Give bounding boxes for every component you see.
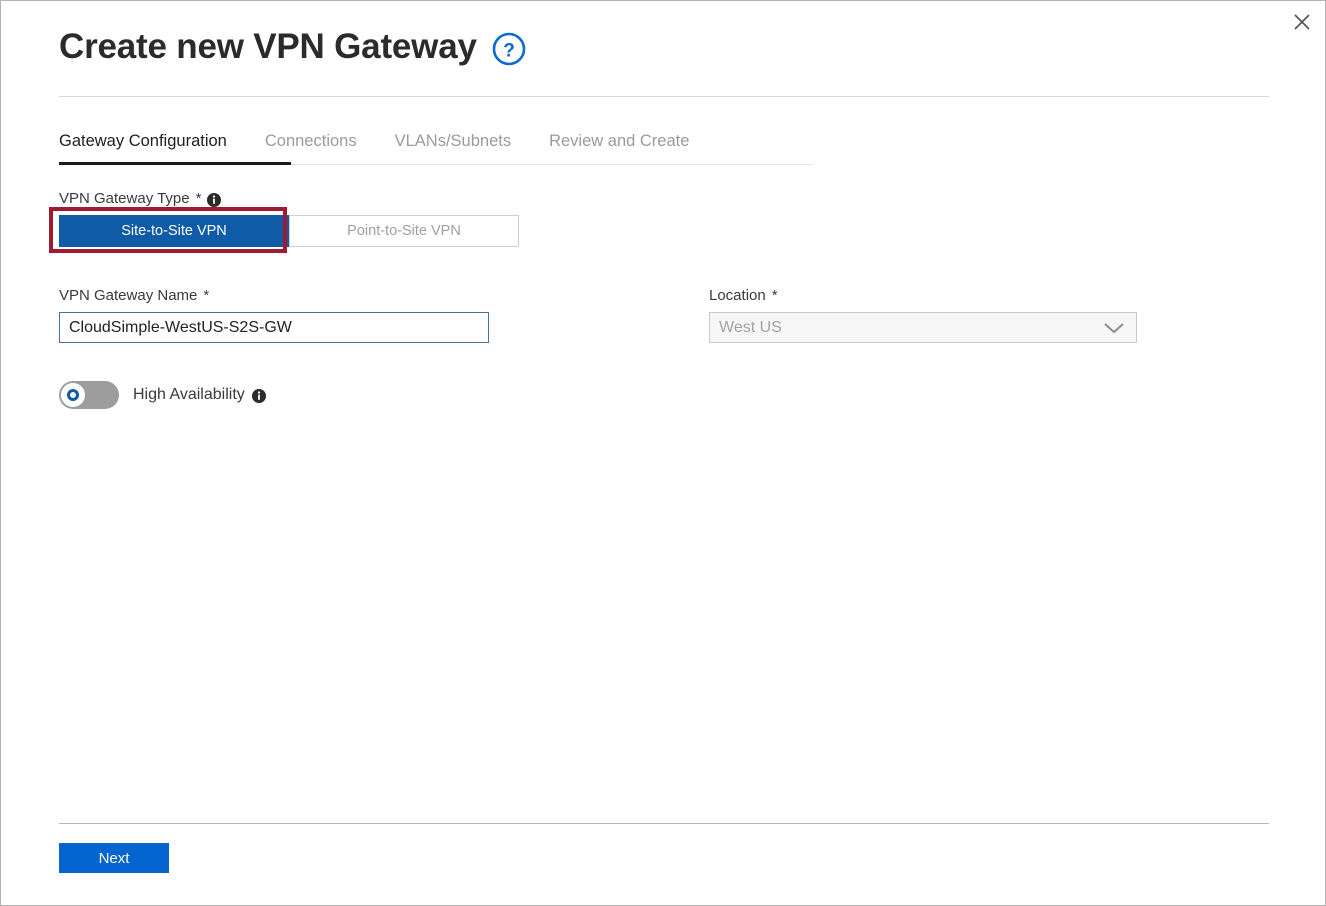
page-title: Create new VPN Gateway	[59, 26, 477, 66]
toggle-knob-dot	[67, 389, 79, 401]
info-icon[interactable]	[251, 389, 266, 403]
high-availability-label: High Availability	[133, 386, 245, 403]
footer-divider	[59, 823, 1269, 824]
gateway-type-segmented-control-wrapper: Site-to-Site VPN Point-to-Site VPN	[49, 207, 1267, 253]
location-label-row: Location *	[709, 288, 1139, 303]
name-location-row: VPN Gateway Name * Location * West US	[59, 288, 1267, 343]
high-availability-row: High Availability	[59, 381, 1267, 409]
gateway-type-label: VPN Gateway Type	[59, 190, 190, 207]
dialog-header: Create new VPN Gateway ?	[59, 27, 1267, 67]
help-glyph: ?	[492, 32, 526, 66]
location-required-marker: *	[771, 287, 778, 304]
location-select-value: West US	[719, 318, 782, 336]
toggle-knob	[61, 383, 85, 407]
tab-review-and-create[interactable]: Review and Create	[549, 132, 689, 162]
location-label: Location	[709, 287, 766, 304]
info-icon[interactable]	[207, 192, 222, 207]
gateway-type-segmented-control: Site-to-Site VPN Point-to-Site VPN	[59, 215, 519, 247]
gateway-name-label-row: VPN Gateway Name *	[59, 288, 709, 303]
gateway-type-option-point-to-site[interactable]: Point-to-Site VPN	[289, 215, 519, 247]
tab-vlans-subnets[interactable]: VLANs/Subnets	[395, 132, 511, 162]
create-vpn-gateway-dialog: Create new VPN Gateway ? Gateway Configu…	[0, 0, 1326, 906]
tab-connections[interactable]: Connections	[265, 132, 357, 162]
location-select[interactable]: West US	[709, 312, 1137, 343]
header-divider	[59, 96, 1269, 97]
info-glyph	[207, 192, 222, 207]
gateway-type-required-marker: *	[195, 190, 202, 207]
gateway-type-label-row: VPN Gateway Type *	[59, 190, 1267, 207]
tab-gateway-configuration[interactable]: Gateway Configuration	[59, 132, 227, 162]
location-select-wrapper: West US	[709, 312, 1137, 343]
gateway-name-required-marker: *	[203, 287, 210, 304]
svg-text:?: ?	[503, 41, 515, 62]
gateway-name-field: VPN Gateway Name *	[59, 288, 709, 343]
gateway-configuration-form: VPN Gateway Type * Site-to-Site VPN Poin…	[49, 190, 1267, 409]
gateway-name-input[interactable]	[59, 312, 489, 343]
close-glyph	[1294, 14, 1310, 30]
gateway-name-label: VPN Gateway Name	[59, 287, 198, 304]
info-glyph	[251, 389, 266, 403]
high-availability-toggle[interactable]	[59, 381, 119, 409]
location-field: Location * West US	[709, 288, 1139, 343]
tab-bar: Gateway Configuration Connections VLANs/…	[59, 132, 813, 162]
tab-active-indicator	[59, 162, 291, 165]
next-button[interactable]: Next	[59, 843, 169, 873]
close-icon[interactable]	[1285, 5, 1319, 39]
high-availability-label-row: High Availability	[133, 386, 266, 404]
help-circle-icon[interactable]: ?	[491, 31, 527, 67]
gateway-type-option-site-to-site[interactable]: Site-to-Site VPN	[59, 215, 289, 247]
